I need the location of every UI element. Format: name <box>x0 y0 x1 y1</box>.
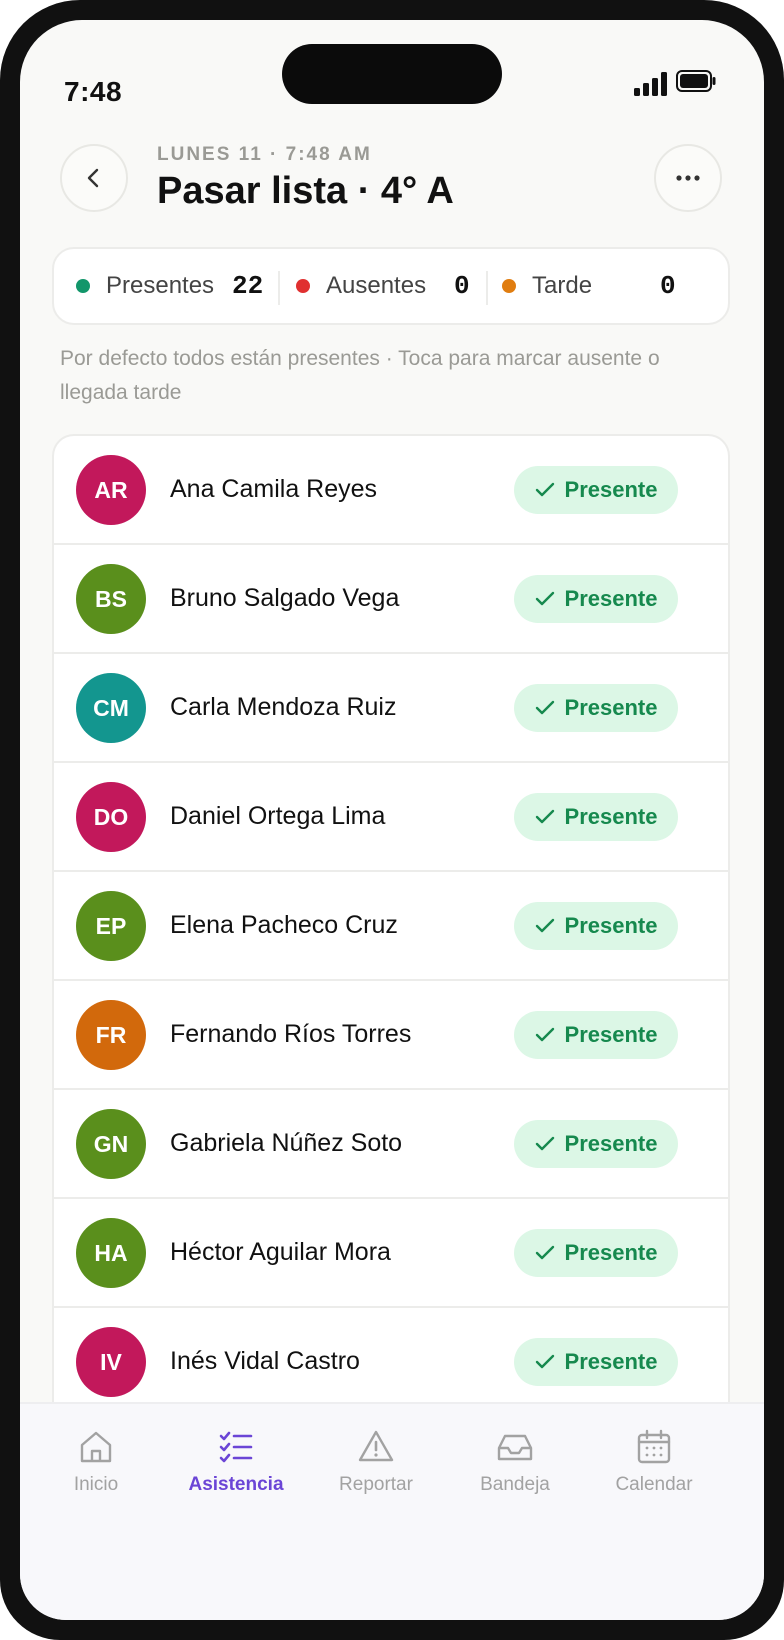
student-name: Elena Pacheco Cruz <box>170 911 398 939</box>
chevron-left-icon <box>87 168 99 188</box>
tab-asistencia[interactable]: Asistencia <box>166 1428 306 1528</box>
status-label: Presente <box>564 1349 658 1374</box>
summary-late-label: Tarde <box>532 272 593 299</box>
status-label: Presente <box>564 1240 658 1265</box>
more-button[interactable] <box>654 144 722 212</box>
status-toggle-button[interactable]: Presente <box>514 793 678 841</box>
student-name: Daniel Ortega Lima <box>170 802 386 830</box>
signal-icon <box>634 72 667 96</box>
home-icon <box>80 1431 112 1463</box>
battery-icon <box>676 70 716 92</box>
avatar: EP <box>76 891 146 961</box>
status-toggle-button[interactable]: Presente <box>514 684 678 732</box>
student-row[interactable]: EP Elena Pacheco Cruz Presente <box>54 872 728 981</box>
avatar: AR <box>76 455 146 525</box>
status-bar: 7:48 <box>20 20 764 130</box>
student-name: Inés Vidal Castro <box>170 1347 360 1375</box>
tab-label: Calendar <box>615 1474 693 1495</box>
avatar: IV <box>76 1327 146 1397</box>
check-icon <box>535 809 554 824</box>
student-row[interactable]: GN Gabriela Núñez Soto Presente <box>54 1090 728 1199</box>
check-icon <box>535 700 554 715</box>
status-toggle-button[interactable]: Presente <box>514 1229 678 1277</box>
status-label: Presente <box>564 586 658 611</box>
dynamic-island <box>282 44 502 104</box>
avatar: FR <box>76 1000 146 1070</box>
status-time: 7:48 <box>64 76 123 107</box>
student-list: AR Ana Camila Reyes Presente BS Bruno Sa… <box>52 434 730 1414</box>
page-title: Pasar lista · 4° A <box>157 170 454 212</box>
date-line: LUNES 11 · 7:48 AM <box>157 144 372 165</box>
status-label: Presente <box>564 804 658 829</box>
summary-late-count: 0 <box>660 271 676 301</box>
avatar: BS <box>76 564 146 634</box>
checklist-icon <box>219 1431 253 1463</box>
calendar-icon <box>637 1429 671 1464</box>
status-label: Presente <box>564 695 658 720</box>
check-icon <box>535 591 554 606</box>
status-label: Presente <box>564 477 658 502</box>
tab-inicio[interactable]: Inicio <box>26 1428 166 1528</box>
tab-label: Inicio <box>73 1474 119 1495</box>
summary-absent-label: Ausentes <box>326 272 427 299</box>
student-name: Héctor Aguilar Mora <box>170 1238 391 1266</box>
check-icon <box>535 1245 554 1260</box>
check-icon <box>535 1027 554 1042</box>
avatar: HA <box>76 1218 146 1288</box>
hint-text: Por defecto todos están presentes · Toca… <box>60 347 660 404</box>
avatar: DO <box>76 782 146 852</box>
tab-label: Bandeja <box>480 1474 550 1495</box>
status-toggle-button[interactable]: Presente <box>514 466 678 514</box>
tab-label: Reportar <box>339 1474 413 1495</box>
tab-bandeja[interactable]: Bandeja <box>445 1428 585 1528</box>
status-label: Presente <box>564 913 658 938</box>
check-icon <box>535 1136 554 1151</box>
student-row[interactable]: DO Daniel Ortega Lima Presente <box>54 763 728 872</box>
absent-dot <box>296 279 310 293</box>
student-name: Carla Mendoza Ruiz <box>170 693 397 721</box>
warning-icon <box>358 1430 394 1462</box>
student-name: Ana Camila Reyes <box>170 475 378 503</box>
more-dots-icon <box>676 175 700 181</box>
status-toggle-button[interactable]: Presente <box>514 1011 678 1059</box>
tab-label: Asistencia <box>188 1474 284 1495</box>
summary-divider <box>278 271 280 305</box>
inbox-icon <box>497 1434 533 1461</box>
check-icon <box>535 482 554 497</box>
summary-present: Presentes <box>76 249 214 323</box>
student-name: Gabriela Núñez Soto <box>170 1129 403 1157</box>
status-toggle-button[interactable]: Presente <box>514 902 678 950</box>
student-name: Bruno Salgado Vega <box>170 584 400 612</box>
screen: 7:48 LUNES 11 · 7:48 AM Pasar lista · 4°… <box>20 20 764 1620</box>
status-label: Presente <box>564 1022 658 1047</box>
late-dot <box>502 279 516 293</box>
summary-absent-count: 0 <box>454 271 470 301</box>
student-row[interactable]: CM Carla Mendoza Ruiz Presente <box>54 654 728 763</box>
student-row[interactable]: HA Héctor Aguilar Mora Presente <box>54 1199 728 1308</box>
student-row[interactable]: AR Ana Camila Reyes Presente <box>54 436 728 545</box>
check-icon <box>535 918 554 933</box>
summary-present-count: 22 <box>232 271 264 301</box>
student-row[interactable]: IV Inés Vidal Castro Presente <box>54 1308 728 1414</box>
avatar: GN <box>76 1109 146 1179</box>
student-name: Fernando Ríos Torres <box>170 1020 412 1048</box>
student-row[interactable]: FR Fernando Ríos Torres Presente <box>54 981 728 1090</box>
avatar: CM <box>76 673 146 743</box>
present-dot <box>76 279 90 293</box>
status-toggle-button[interactable]: Presente <box>514 1120 678 1168</box>
check-icon <box>535 1354 554 1369</box>
status-toggle-button[interactable]: Presente <box>514 1338 678 1386</box>
summary-divider <box>486 271 488 305</box>
summary-absent: Ausentes <box>296 249 426 323</box>
status-toggle-button[interactable]: Presente <box>514 575 678 623</box>
back-button[interactable] <box>60 144 128 212</box>
summary-late: Tarde <box>502 249 592 323</box>
summary-present-label: Presentes <box>106 272 215 299</box>
student-row[interactable]: BS Bruno Salgado Vega Presente <box>54 545 728 654</box>
tab-reportar[interactable]: Reportar <box>306 1428 446 1528</box>
status-label: Presente <box>564 1131 658 1156</box>
tab-calendar[interactable]: Calendar <box>584 1428 724 1528</box>
attendance-summary: Presentes 22 Ausentes 0 Tarde 0 <box>52 247 730 325</box>
